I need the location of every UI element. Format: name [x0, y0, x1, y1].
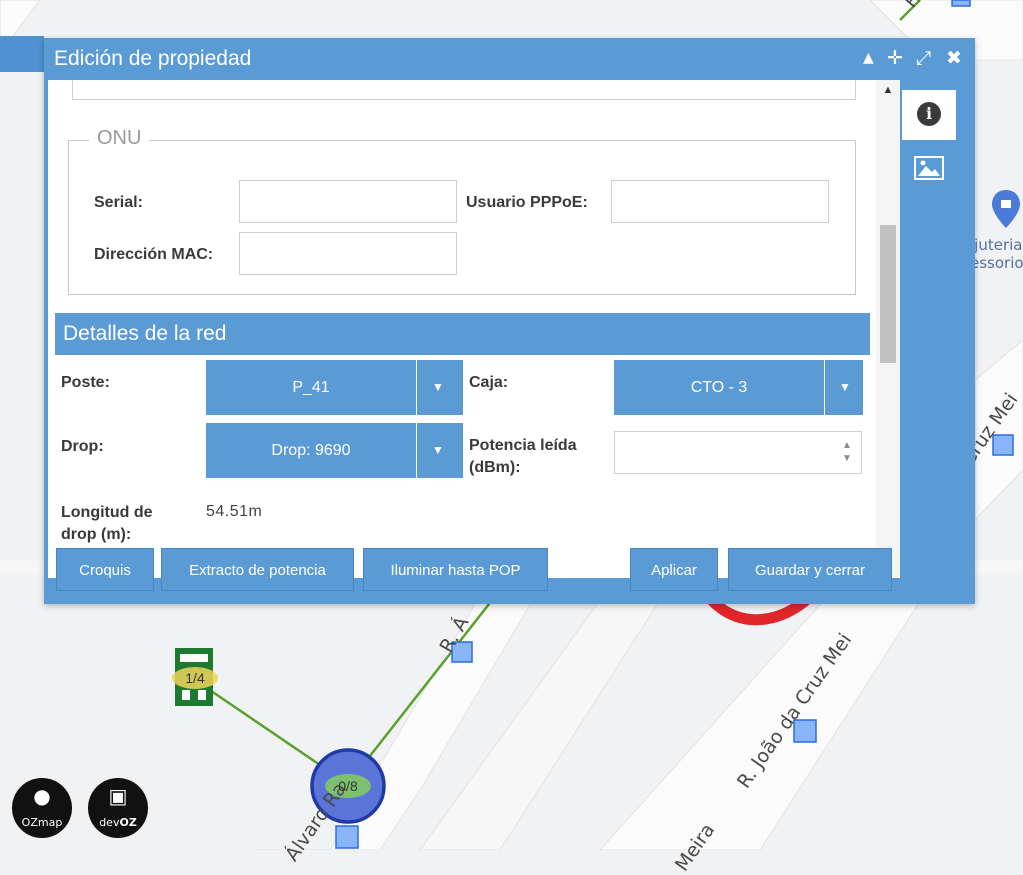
pole-marker[interactable]: [951, 0, 971, 7]
devoz-prefix: dev: [99, 816, 120, 829]
serial-input[interactable]: [239, 180, 457, 223]
close-icon[interactable]: ✖: [946, 46, 962, 70]
drop-length-value: 54.51m: [206, 503, 263, 520]
onu-legend: ONU: [89, 127, 150, 150]
info-icon: i: [917, 102, 941, 126]
number-spinner-icon[interactable]: ▲ ▼: [839, 439, 855, 465]
mac-address-input[interactable]: [239, 232, 457, 275]
drop-length-label: Longitud de drop (m):: [61, 504, 153, 543]
network-details-title: Detalles de la red: [63, 322, 227, 345]
poi-label[interactable]: ijuteria essorio: [970, 236, 1023, 272]
drop-label: Drop:: [61, 438, 104, 455]
pole-label: Poste:: [61, 374, 110, 391]
tab-info[interactable]: i: [902, 90, 956, 140]
mac-address-label: Dirección MAC:: [94, 246, 214, 263]
chevron-down-icon[interactable]: ▼: [418, 423, 458, 478]
image-icon: [914, 156, 944, 180]
devoz-logo[interactable]: ▣ devOZ: [88, 778, 148, 838]
network-details-header: Detalles de la red: [55, 313, 870, 355]
background-panel-edge: [0, 36, 44, 72]
cto-count-label: 0/8: [338, 778, 358, 794]
chevron-down-icon[interactable]: ▼: [825, 360, 865, 415]
box-label: Caja:: [469, 374, 509, 391]
scrollbar-thumb[interactable]: [880, 225, 896, 363]
box-select-value: CTO - 3: [690, 379, 748, 396]
apply-button[interactable]: Aplicar: [630, 548, 718, 591]
power-read-label: Potencia leída (dBm):: [469, 437, 577, 476]
illuminate-pop-button[interactable]: Iluminar hasta POP: [363, 548, 548, 591]
cube-icon: ▣: [108, 784, 128, 808]
chevron-up-icon[interactable]: ▲: [863, 46, 874, 70]
pole-select[interactable]: P_41 ▼: [206, 360, 463, 415]
pole-marker[interactable]: [335, 825, 359, 849]
pppoe-user-label: Usuario PPPoE:: [466, 194, 588, 211]
previous-field-input[interactable]: [72, 80, 856, 100]
serial-label: Serial:: [94, 194, 143, 211]
ozmap-logo-text: OZmap: [21, 816, 63, 829]
devoz-suffix: OZ: [119, 816, 137, 829]
save-close-button[interactable]: Guardar y cerrar: [728, 548, 892, 591]
map-pin-icon: ●: [33, 784, 51, 808]
power-extract-button[interactable]: Extracto de potencia: [161, 548, 354, 591]
dialog-header[interactable]: Edición de propiedad ▲ ✛ ⤢ ✖: [44, 38, 975, 80]
tab-image[interactable]: [902, 144, 956, 194]
drop-select-value: Drop: 9690: [271, 442, 351, 459]
dialog-title: Edición de propiedad: [54, 47, 252, 70]
property-edit-dialog: Edición de propiedad ▲ ✛ ⤢ ✖ ONU Serial:…: [44, 38, 975, 604]
scroll-up-icon[interactable]: ▲: [876, 80, 900, 100]
chevron-down-icon[interactable]: ▼: [418, 360, 458, 415]
croquis-button[interactable]: Croquis: [56, 548, 154, 591]
dialog-content[interactable]: ONU Serial: Usuario PPPoE: Dirección MAC…: [48, 80, 900, 578]
pppoe-user-input[interactable]: [611, 180, 829, 223]
shop-pin-icon[interactable]: [992, 190, 1020, 228]
power-read-input[interactable]: ▲ ▼: [614, 431, 862, 474]
move-icon[interactable]: ✛: [887, 46, 903, 70]
pole-select-value: P_41: [292, 379, 330, 396]
box-select[interactable]: CTO - 3 ▼: [614, 360, 863, 415]
expand-icon[interactable]: ⤢: [916, 46, 931, 70]
ozmap-logo[interactable]: ● OZmap: [12, 778, 72, 838]
content-scrollbar[interactable]: ▲ ▼: [876, 80, 900, 578]
building-count-label: 1/4: [185, 670, 205, 686]
drop-select[interactable]: Drop: 9690 ▼: [206, 423, 463, 478]
